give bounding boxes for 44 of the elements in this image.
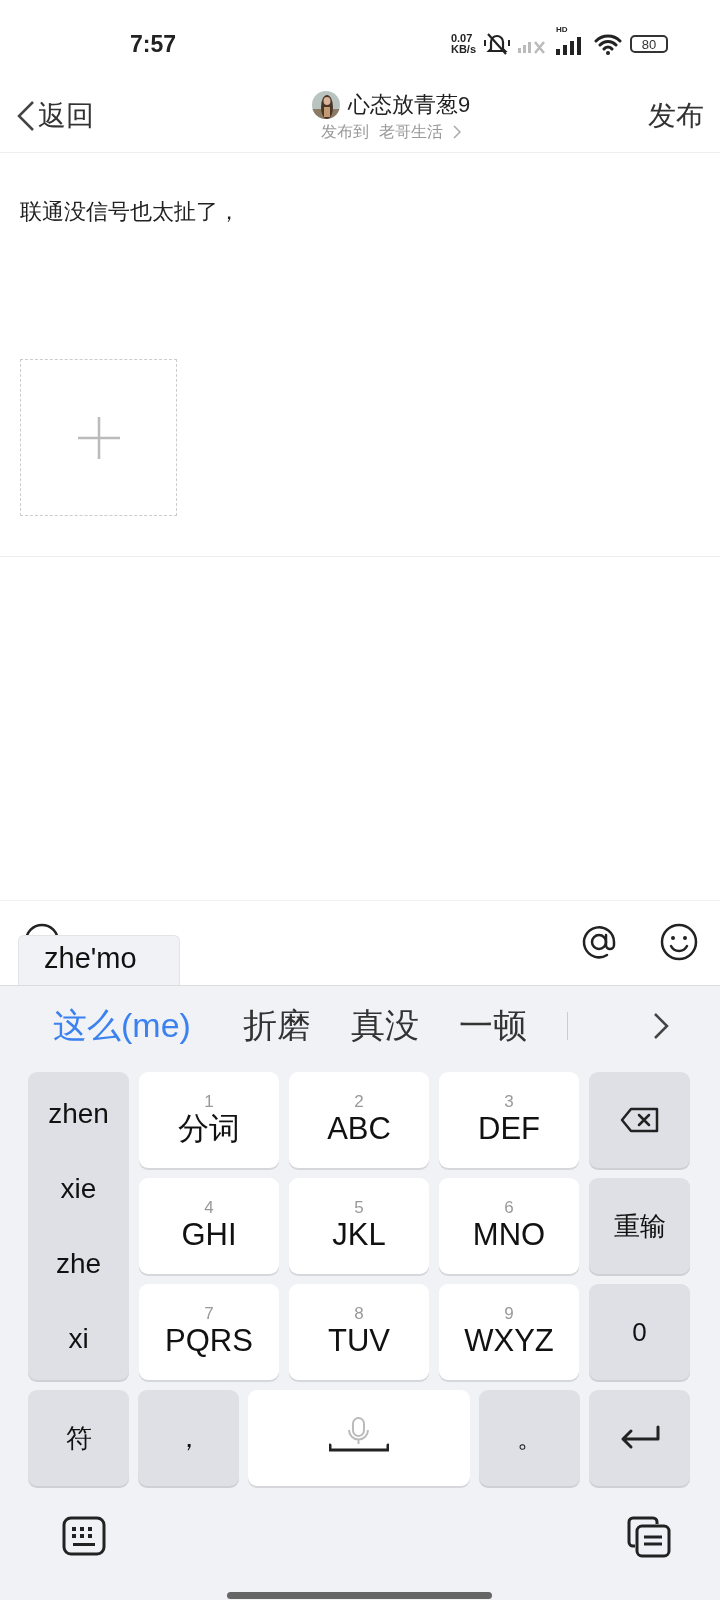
muted-bell-icon [484, 32, 510, 56]
enter-key[interactable] [589, 1390, 690, 1486]
delete-key[interactable] [589, 1072, 690, 1168]
keyboard-key[interactable]: 1 分词 [139, 1072, 279, 1168]
keyboard-key[interactable]: 重输 [589, 1178, 690, 1274]
battery-indicator: 80 [630, 35, 668, 53]
pinyin-option[interactable]: zhe [55, 1247, 102, 1280]
pinyin-option[interactable]: zhen [48, 1097, 109, 1130]
chevron-right-icon [653, 1012, 669, 1040]
clipboard-icon[interactable] [627, 1516, 671, 1558]
keyboard-key[interactable]: ， [138, 1390, 239, 1486]
keyboard-key[interactable]: 3 DEF [439, 1072, 579, 1168]
back-chevron-icon [16, 100, 36, 132]
backspace-icon [619, 1107, 660, 1133]
keyboard-key[interactable]: 。 [479, 1390, 580, 1486]
keyboard-key[interactable]: 9 WXYZ [439, 1284, 579, 1380]
plus-icon [76, 415, 121, 460]
keyboard-key[interactable]: 6 MNO [439, 1178, 579, 1274]
expand-candidates-button[interactable] [653, 1012, 669, 1040]
candidate-word[interactable]: 折磨 [242, 1003, 311, 1049]
candidate-word[interactable]: 真没 [350, 1003, 419, 1049]
emoji-icon[interactable] [660, 923, 698, 961]
chevron-right-icon [453, 125, 461, 139]
post-text[interactable]: 联通没信号也太扯了， [20, 197, 700, 227]
wifi-icon [594, 33, 622, 55]
network-speed: 0.07 KB/s [450, 33, 476, 55]
publish-button[interactable]: 发布 [648, 97, 704, 135]
keyboard-key[interactable]: 0 [589, 1284, 690, 1380]
keyboard-icon[interactable] [62, 1516, 106, 1558]
back-button[interactable]: 返回 [16, 97, 94, 135]
pinyin-option[interactable]: xi [68, 1322, 89, 1355]
status-time: 7:57 [130, 30, 177, 58]
keyboard-key[interactable]: 5 JKL [289, 1178, 429, 1274]
hd-label: HD [556, 25, 568, 34]
at-icon[interactable] [580, 923, 618, 961]
keyboard-key[interactable]: 符 [28, 1390, 129, 1486]
candidate-word[interactable]: 一顿 [458, 1003, 527, 1049]
pinyin-option[interactable]: xie [60, 1172, 97, 1205]
keyboard-key[interactable]: 4 GHI [139, 1178, 279, 1274]
keyboard-key[interactable]: 2 ABC [289, 1072, 429, 1168]
keyboard-key[interactable]: 8 TUV [289, 1284, 429, 1380]
username: 心态放青葱9 [347, 90, 471, 119]
composition-text: zhe'mo [18, 935, 180, 985]
keyboard-key[interactable]: 7 PQRS [139, 1284, 279, 1380]
